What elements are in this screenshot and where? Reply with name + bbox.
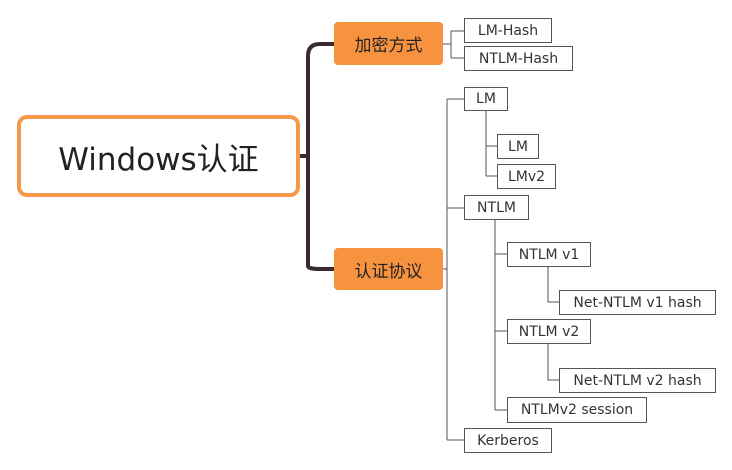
leaf-net-ntlm-v2-hash[interactable]: Net-NTLM v2 hash [559,368,716,393]
lm-connector [485,111,497,177]
branch-encryption[interactable]: 加密方式 [334,22,443,65]
leaf-net-ntlm-v1-hash[interactable]: Net-NTLM v1 hash [559,290,716,315]
branch-2-connector [443,98,464,441]
ntlm-connector [494,220,507,411]
leaf-kerberos[interactable]: Kerberos [464,428,552,453]
node-ntlm-v1[interactable]: NTLM v1 [507,242,591,267]
ntlm-v1-connector [547,266,559,303]
leaf-lmv2[interactable]: LMv2 [497,164,556,189]
root-connector [298,42,336,271]
mind-map: Windows认证 加密方式 认证协议 LM-Hash NTLM-Hash LM… [0,0,732,470]
node-lm[interactable]: LM [464,87,508,111]
node-ntlm[interactable]: NTLM [464,195,529,220]
leaf-ntlm-hash[interactable]: NTLM-Hash [464,46,573,71]
root-node[interactable]: Windows认证 [17,115,300,197]
leaf-lm[interactable]: LM [497,134,539,159]
node-ntlm-v2[interactable]: NTLM v2 [507,319,591,344]
ntlm-v2-connector [547,343,559,381]
leaf-lm-hash[interactable]: LM-Hash [464,18,552,43]
leaf-ntlmv2-session[interactable]: NTLMv2 session [507,397,647,423]
branch-auth-protocol[interactable]: 认证协议 [334,248,443,290]
branch-1-connector [443,30,464,59]
